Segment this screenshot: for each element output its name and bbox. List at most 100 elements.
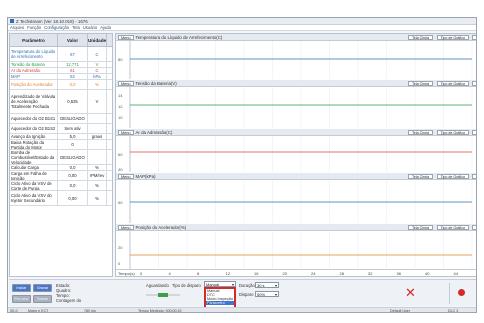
table-row[interactable]: Ciclo Ativo da VSV do Injetor Secundário… [10, 191, 112, 206]
panel-graph-type-button[interactable]: Tipo de Gráfico [436, 225, 469, 230]
panel-menu-button[interactable]: Menu [118, 224, 134, 230]
row-value: DESLIGADO [58, 150, 88, 164]
table-row[interactable]: Aquecedor do O2 B1S2 Sem ativ [10, 124, 112, 134]
panel-title: MAP(kPa) [135, 173, 156, 179]
row-unit: V [88, 90, 107, 113]
row-value: DESLIGADO [58, 114, 88, 123]
table-row[interactable]: Aprendizado de Válvula de Aceleração Tot… [10, 90, 112, 114]
row-parameter: Temperatura do Líquido de Arrefecimento [10, 47, 58, 61]
panel-pin-icon[interactable] [472, 225, 476, 230]
panel-menu-button[interactable]: Menu [118, 129, 134, 135]
y-tick-label: 80 [118, 57, 123, 62]
record-icon[interactable] [458, 289, 465, 296]
chart-panel: Menu Ar da Admissão(C) Tela Cheia Tipo de G… [116, 129, 476, 172]
y-tick-label: 40 [118, 167, 123, 172]
row-unit: kPa [88, 74, 107, 79]
status-connection: DLC 3 [448, 309, 459, 313]
row-unit: C [88, 47, 107, 61]
row-parameter: Carga em Falha de Ignição [10, 171, 58, 180]
x-tick-label: 44 [453, 271, 458, 276]
menu-arquivo[interactable]: Arquivo [10, 25, 24, 30]
dropdown-option-parameter[interactable]: Parâmetro [206, 301, 234, 305]
chart-panel: Menu Posição do Acelerador(%) Tela Cheia Ti… [116, 224, 476, 269]
record-button[interactable]: Gravar [33, 284, 52, 292]
app-window: Z Techstream (Ver 18.10.018) - 1676 Arqu… [7, 17, 477, 313]
menu-funcao[interactable]: Função [27, 25, 41, 30]
panel-fullscreen-button[interactable]: Tela Cheia [408, 130, 433, 135]
panel-menu-button[interactable]: Menu [118, 80, 134, 86]
row-value: 12,771 [58, 62, 88, 67]
menu-bar: Arquivo Função Configuração Tela Usuário… [8, 25, 476, 31]
panel-graph-type-button[interactable]: Tipo de Gráfico [436, 130, 469, 135]
row-parameter: Avanço da Ignição [10, 134, 58, 139]
table-row[interactable]: Ciclo Ativo da VSV de Corte de Purga 0,0% [10, 181, 112, 191]
time-axis: Tempo(s) 04812162024283236404448 [116, 269, 476, 276]
x-tick-label: 4 [168, 271, 171, 276]
panel-graph-type-button[interactable]: Tipo de Gráfico [436, 174, 469, 179]
x-tick-label: 28 [339, 271, 344, 276]
row-parameter: Posição do Acelerador [10, 80, 58, 89]
x-tick-label: 8 [197, 271, 200, 276]
window-title: Z Techstream (Ver 18.10.018) - 1676 [16, 18, 88, 24]
panel-pin-icon[interactable] [472, 35, 476, 40]
waiting-status: Aguardando [146, 283, 169, 288]
close-icon[interactable]: ✕ [404, 286, 417, 301]
panel-fullscreen-button[interactable]: Tela Cheia [408, 81, 433, 86]
menu-usuario[interactable]: Usuário [83, 25, 97, 30]
table-row[interactable]: Temperatura do Líquido de Arrefecimento 6… [10, 47, 112, 62]
panel-graph-type-button[interactable]: Tipo de Gráfico [436, 81, 469, 86]
row-parameter: Ciclo Ativo da VSV de Corte de Purga [10, 181, 58, 190]
panel-pin-icon[interactable] [472, 130, 476, 135]
row-value: 0,0 [58, 181, 88, 190]
x-tick-label: 24 [311, 271, 316, 276]
row-value: 61 [58, 68, 88, 73]
panel-fullscreen-button[interactable]: Tela Cheia [408, 174, 433, 179]
table-header: Parâmetro Valor Unidade [10, 34, 112, 47]
panel-plot [129, 41, 473, 79]
panel-title: Ar da Admissão(C) [135, 129, 173, 135]
col-value[interactable]: Valor [58, 34, 88, 46]
menu-ajuda[interactable]: Ajuda [100, 25, 111, 30]
row-value: 0,625 [58, 90, 88, 113]
trigger-position-label: Disparo [239, 292, 254, 297]
start-button[interactable]: Iniciar [12, 284, 31, 292]
table-row[interactable]: Carga em Falha de Ignição 0,00 rPM/rev [10, 171, 112, 181]
table-row[interactable]: Baixa Rotação da Partida do Motor 0 [10, 140, 112, 150]
status-sampling: Tempo Medindo: 000:00:15 [138, 309, 182, 313]
parameter-table: Parâmetro Valor Unidade Temperatura do L… [9, 33, 113, 277]
pre-sync-button[interactable]: Pre-sinc [12, 295, 31, 303]
save-button[interactable]: Gravar [33, 295, 52, 303]
trigger-position-select[interactable]: 50% [255, 291, 279, 297]
row-parameter: Aquecedor do O2 B1S2 [10, 124, 58, 133]
panel-menu-button[interactable]: Menu [118, 34, 134, 40]
duration-select[interactable]: 30 s [255, 282, 279, 288]
row-unit [88, 124, 107, 133]
row-value: 5,0 [58, 134, 88, 139]
panel-menu-button[interactable]: Menu [118, 173, 134, 179]
time-axis-label: Tempo(s) [118, 271, 135, 276]
panel-graph-type-button[interactable]: Tipo de Gráfico [436, 35, 469, 40]
panel-fullscreen-button[interactable]: Tela Cheia [408, 225, 433, 230]
table-row[interactable]: Bomba de Combustível/Estado da Velocidad… [10, 150, 112, 165]
row-value: 0,0 [58, 165, 88, 170]
col-parameter[interactable]: Parâmetro [10, 34, 58, 46]
panel-pin-icon[interactable] [472, 174, 476, 179]
row-parameter: Ciclo Ativo da VSV do Injetor Secundário [10, 191, 58, 205]
panel-plot [129, 87, 473, 128]
panel-header: Menu Ar da Admissão(C) Tela Cheia Tipo de G… [116, 129, 476, 136]
status-system: Motor e ECT [28, 309, 49, 313]
menu-tela[interactable]: Tela [72, 25, 80, 30]
chart-panel: Menu Temperatura do Líquido de Arrefecime… [116, 34, 476, 79]
table-row[interactable]: Aquecedor do O2 B1S1 DESLIGADO [10, 114, 112, 124]
col-unit[interactable]: Unidade [88, 34, 107, 46]
chart-panel: Menu Tensão da Bateria(V) Tela Cheia Tipo d… [116, 80, 476, 128]
panel-header: Menu Posição do Acelerador(%) Tela Cheia Ti… [116, 224, 476, 231]
row-value: 0,00 [58, 191, 88, 205]
table-row[interactable]: Posição do Acelerador 0,0% [10, 80, 112, 90]
panel-pin-icon[interactable] [472, 81, 476, 86]
panel-fullscreen-button[interactable]: Tela Cheia [408, 35, 433, 40]
status-user: Default User [390, 309, 410, 313]
status-code: S0-0 [10, 309, 18, 313]
menu-configuracao[interactable]: Configuração [44, 25, 69, 30]
panel-title: Temperatura do Líquido de Arrefecimento(… [135, 34, 223, 40]
